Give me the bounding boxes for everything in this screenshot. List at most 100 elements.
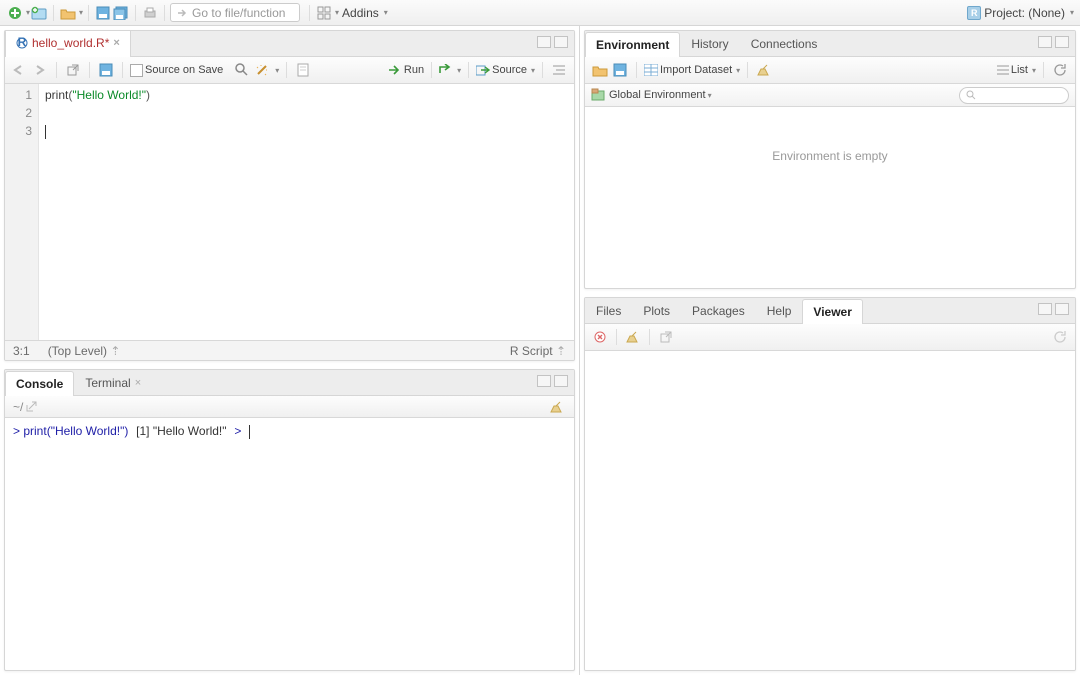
working-dir: ~/ <box>13 400 23 414</box>
wand-icon[interactable] <box>253 61 271 79</box>
find-icon[interactable] <box>233 61 251 79</box>
rerun-icon[interactable] <box>439 61 453 79</box>
run-arrow-icon <box>388 61 402 79</box>
scope-label[interactable]: (Top Level) ⇡ <box>48 344 121 358</box>
env-toolbar: Import Dataset ▾ List ▾ <box>585 57 1075 84</box>
goto-arrow-icon <box>177 4 189 22</box>
maximize-icon[interactable] <box>554 375 568 387</box>
tab-viewer[interactable]: Viewer <box>802 299 862 324</box>
rerun-dropdown[interactable]: ▾ <box>457 66 461 75</box>
wand-dropdown[interactable]: ▾ <box>275 66 279 75</box>
line-gutter: 123 <box>5 84 39 340</box>
save-source-icon[interactable] <box>97 61 115 79</box>
minimize-icon[interactable] <box>537 375 551 387</box>
project-label[interactable]: Project: (None) <box>981 6 1068 20</box>
refresh-env-icon[interactable] <box>1051 61 1069 79</box>
tab-packages[interactable]: Packages <box>681 298 756 323</box>
run-button[interactable]: Run <box>404 64 424 76</box>
viewer-tabstrip: Files Plots Packages Help Viewer <box>585 298 1075 324</box>
viewer-pane: Files Plots Packages Help Viewer <box>584 297 1076 671</box>
maximize-icon[interactable] <box>1055 36 1069 48</box>
tab-environment[interactable]: Environment <box>585 32 680 57</box>
tab-help[interactable]: Help <box>756 298 803 323</box>
close-terminal-icon[interactable]: × <box>135 377 141 389</box>
env-scopebar: Global Environment ▾ <box>585 84 1075 107</box>
env-search-input[interactable] <box>959 87 1069 104</box>
minimize-icon[interactable] <box>1038 36 1052 48</box>
broom-viewer-icon[interactable] <box>624 328 642 346</box>
env-scope-label[interactable]: Global Environment <box>609 89 706 101</box>
tab-connections[interactable]: Connections <box>740 31 829 56</box>
popout-icon[interactable] <box>64 61 82 79</box>
env-empty-msg: Environment is empty <box>585 107 1075 288</box>
open-recent-dropdown[interactable]: ▾ <box>79 8 83 17</box>
source-dropdown[interactable]: ▾ <box>531 66 535 75</box>
environment-pane: Environment History Connections Import D… <box>584 30 1076 289</box>
console-tabstrip: Console Terminal × <box>5 370 574 396</box>
project-r-icon: R <box>967 6 981 20</box>
open-file-icon[interactable] <box>59 4 77 22</box>
back-icon[interactable] <box>11 61 29 79</box>
source-toolbar: Source on Save ▾ Run ▾ Source ▾ <box>5 57 574 84</box>
save-icon[interactable] <box>94 4 112 22</box>
remove-viewer-icon[interactable] <box>591 328 609 346</box>
tab-terminal[interactable]: Terminal × <box>74 370 152 395</box>
viewer-body <box>585 351 1075 670</box>
r-file-icon: R <box>16 34 28 52</box>
minimize-icon[interactable] <box>1038 303 1052 315</box>
tab-plots[interactable]: Plots <box>632 298 681 323</box>
list-dropdown[interactable]: ▾ <box>1032 66 1036 75</box>
source-button[interactable]: Source <box>492 64 527 76</box>
viewer-toolbar <box>585 324 1075 351</box>
print-icon[interactable] <box>141 4 159 22</box>
source-statusbar: 3:1 (Top Level) ⇡ R Script ⇡ <box>5 340 574 360</box>
new-file-icon[interactable] <box>6 4 24 22</box>
project-dropdown[interactable]: ▾ <box>1070 8 1074 17</box>
refresh-viewer-icon[interactable] <box>1051 328 1069 346</box>
cursor-pos: 3:1 <box>13 344 30 358</box>
path-popout-icon[interactable] <box>25 398 38 416</box>
outline-icon[interactable] <box>550 61 568 79</box>
source-tab-filename: hello_world.R* <box>32 36 109 50</box>
broom-env-icon[interactable] <box>755 61 773 79</box>
broom-icon[interactable] <box>548 398 566 416</box>
addins-dropdown[interactable]: ▾ <box>384 8 388 17</box>
tab-files[interactable]: Files <box>585 298 632 323</box>
env-tabstrip: Environment History Connections <box>585 31 1075 57</box>
maximize-icon[interactable] <box>1055 303 1069 315</box>
addins-button[interactable]: Addins <box>339 6 382 20</box>
goto-file-input[interactable]: Go to file/function <box>170 3 300 22</box>
source-on-save-label[interactable]: Source on Save <box>145 64 223 76</box>
import-grid-icon <box>644 61 658 79</box>
console-body[interactable]: > print("Hello World!") [1] "Hello World… <box>5 418 574 670</box>
source-tab[interactable]: R hello_world.R* × <box>5 30 131 57</box>
tab-console[interactable]: Console <box>5 371 74 396</box>
close-tab-icon[interactable]: × <box>113 37 119 49</box>
import-button[interactable]: Import Dataset <box>660 64 732 76</box>
notebook-icon[interactable] <box>294 61 312 79</box>
goto-placeholder: Go to file/function <box>192 6 285 20</box>
main-toolbar: ▾ ▾ Go to file/function ▾ Addins ▾ R Pro… <box>0 0 1080 26</box>
lang-label[interactable]: R Script ⇡ <box>510 344 566 358</box>
maximize-icon[interactable] <box>554 36 568 48</box>
list-view-button[interactable]: List <box>1011 64 1028 76</box>
grid-icon[interactable] <box>315 4 333 22</box>
code-editor[interactable]: 123 print("Hello World!") <box>5 84 574 340</box>
list-view-icon <box>997 61 1009 79</box>
console-pane: Console Terminal × ~/ > print("Hello Wor… <box>4 369 575 671</box>
save-env-icon[interactable] <box>611 61 629 79</box>
open-env-icon[interactable] <box>591 61 609 79</box>
forward-icon[interactable] <box>31 61 49 79</box>
popout-viewer-icon[interactable] <box>657 328 675 346</box>
globe-icon <box>591 86 605 104</box>
new-project-icon[interactable] <box>30 4 48 22</box>
env-scope-dropdown[interactable]: ▾ <box>708 91 712 100</box>
tab-history[interactable]: History <box>680 31 739 56</box>
code-body[interactable]: print("Hello World!") <box>39 84 574 340</box>
import-dropdown[interactable]: ▾ <box>736 66 740 75</box>
source-pane: R hello_world.R* × Source on Save <box>4 30 575 361</box>
checkbox-icon[interactable] <box>130 61 143 79</box>
save-all-icon[interactable] <box>112 4 130 22</box>
minimize-icon[interactable] <box>537 36 551 48</box>
source-arrow-icon <box>476 61 490 79</box>
